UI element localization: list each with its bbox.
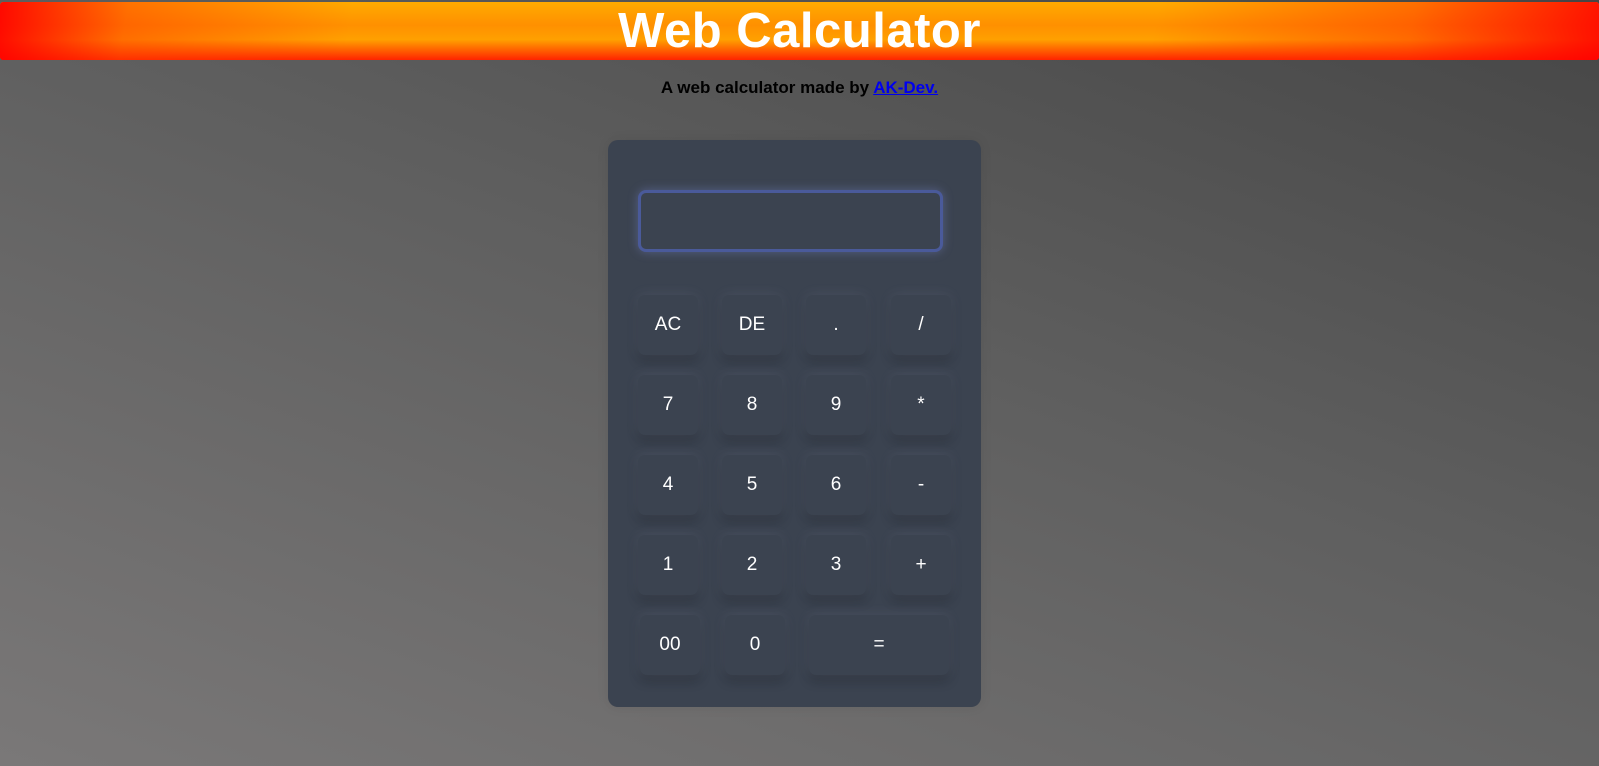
page-title: Web Calculator <box>618 4 981 58</box>
decimal-button[interactable]: . <box>806 295 866 355</box>
multiply-button[interactable]: * <box>891 375 951 435</box>
author-link[interactable]: AK-Dev. <box>873 78 938 97</box>
double-zero-button[interactable]: 00 <box>640 615 700 675</box>
delete-button[interactable]: DE <box>722 295 782 355</box>
digit-1-button[interactable]: 1 <box>638 535 698 595</box>
digit-0-button[interactable]: 0 <box>725 615 785 675</box>
equals-button[interactable]: = <box>809 615 949 675</box>
plus-button[interactable]: + <box>891 535 951 595</box>
subtitle-text: A web calculator made by <box>660 78 874 97</box>
calculator-panel: AC DE . / 7 8 9 * 4 5 6 - 1 2 3 + 00 0 = <box>608 140 981 707</box>
digit-3-button[interactable]: 3 <box>806 535 866 595</box>
digit-7-button[interactable]: 7 <box>638 375 698 435</box>
header-banner: Web Calculator <box>0 2 1599 60</box>
ac-button[interactable]: AC <box>638 295 698 355</box>
calculator-display[interactable] <box>638 190 943 252</box>
digit-5-button[interactable]: 5 <box>722 455 782 515</box>
digit-9-button[interactable]: 9 <box>806 375 866 435</box>
divide-button[interactable]: / <box>891 295 951 355</box>
digit-4-button[interactable]: 4 <box>638 455 698 515</box>
digit-8-button[interactable]: 8 <box>722 375 782 435</box>
digit-6-button[interactable]: 6 <box>806 455 866 515</box>
digit-2-button[interactable]: 2 <box>722 535 782 595</box>
minus-button[interactable]: - <box>891 455 951 515</box>
subtitle: A web calculator made by AK-Dev. <box>0 77 1599 99</box>
